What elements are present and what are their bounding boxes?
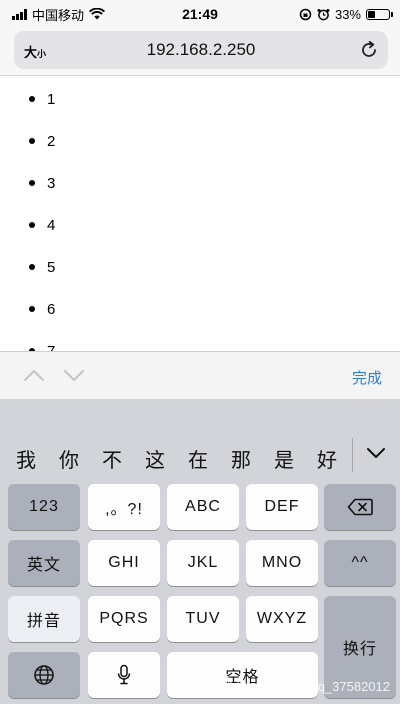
abc-key[interactable]: ABC: [167, 484, 239, 530]
list-item: 1: [29, 89, 55, 109]
candidate-word[interactable]: 我: [16, 444, 36, 473]
candidate-bar: 我 你 不 这 在 那 是 好: [0, 432, 400, 478]
pinyin-key[interactable]: 拼音: [8, 596, 80, 642]
dictation-key[interactable]: [88, 652, 160, 698]
alarm-icon: [317, 8, 330, 20]
form-accessory-bar: 完成: [0, 351, 400, 399]
orientation-lock-icon: [299, 8, 312, 20]
browser-toolbar: 大小 192.168.2.250: [0, 28, 400, 76]
jkl-key[interactable]: JKL: [167, 540, 239, 586]
globe-key[interactable]: [8, 652, 80, 698]
battery-percent: 33%: [334, 6, 361, 22]
microphone-icon: [117, 664, 131, 685]
mno-key[interactable]: MNO: [246, 540, 318, 586]
next-field-chevron-down-icon[interactable]: [62, 366, 86, 384]
battery-level-fill: [368, 10, 375, 18]
list-item-text: 1: [47, 90, 56, 108]
expand-candidates-chevron-down-icon[interactable]: [364, 444, 388, 462]
list-item-text: 4: [47, 216, 56, 234]
candidate-word[interactable]: 不: [102, 444, 122, 473]
web-page-content: 1 2 3 4 5 6 7: [0, 77, 400, 351]
list-item: 4: [29, 215, 55, 235]
status-right: 33%: [299, 6, 393, 22]
globe-icon: [34, 665, 54, 685]
list-item: 2: [29, 131, 55, 151]
bullet-dot: [29, 222, 35, 228]
wifi-icon: [89, 8, 106, 20]
bullet-dot: [29, 96, 35, 102]
pqrs-key[interactable]: PQRS: [88, 596, 160, 642]
address-bar[interactable]: 大小 192.168.2.250: [14, 31, 388, 69]
url-text: 192.168.2.250: [146, 40, 256, 59]
candidate-divider: [352, 438, 353, 472]
done-button[interactable]: 完成: [352, 367, 382, 388]
status-bar: 中国移动 21:49 33%: [0, 0, 400, 28]
bullet-dot: [29, 264, 35, 270]
candidate-word[interactable]: 好: [317, 444, 337, 473]
previous-field-chevron-up-icon[interactable]: [22, 366, 46, 384]
candidate-word[interactable]: 你: [59, 444, 79, 473]
emoticon-key[interactable]: ^^: [324, 540, 396, 586]
candidate-word[interactable]: 在: [188, 444, 208, 473]
punctuation-key[interactable]: ,。?!: [88, 484, 160, 530]
tuv-key[interactable]: TUV: [167, 596, 239, 642]
candidate-word[interactable]: 那: [231, 444, 251, 473]
watermark-text: https://blog.csdn.net/qq_37582012: [190, 679, 391, 694]
ghi-key[interactable]: GHI: [88, 540, 160, 586]
list-item: 7: [29, 341, 55, 351]
bullet-dot: [29, 306, 35, 312]
candidate-word[interactable]: 这: [145, 444, 165, 473]
list-item: 5: [29, 257, 55, 277]
delete-key[interactable]: [324, 484, 396, 530]
list-item-text: 2: [47, 132, 56, 150]
list-item-text: 3: [47, 174, 56, 192]
wxyz-key[interactable]: WXYZ: [246, 596, 318, 642]
numbers-key[interactable]: 123: [8, 484, 80, 530]
candidate-word[interactable]: 是: [274, 444, 294, 473]
backspace-icon: [347, 498, 373, 516]
status-left: 中国移动: [12, 5, 106, 24]
list-item-text: 6: [47, 300, 56, 318]
text-size-large-label: 大: [24, 45, 38, 60]
def-key[interactable]: DEF: [246, 484, 318, 530]
list-item-text: 5: [47, 258, 56, 276]
list-item: 3: [29, 173, 55, 193]
bullet-dot: [29, 138, 35, 144]
list-item: 6: [29, 299, 55, 319]
list-item-text: 7: [47, 342, 56, 352]
reload-icon[interactable]: [358, 39, 380, 61]
carrier-name: 中国移动: [32, 7, 85, 23]
battery-icon: [366, 8, 393, 20]
text-size-small-label: 小: [37, 49, 47, 59]
text-size-button[interactable]: 大小: [24, 42, 46, 61]
cellular-signal-icon: [12, 8, 27, 20]
chinese-nine-key-keyboard: 我 你 不 这 在 那 是 好 123 ,。?! ABC DEF 英文 GHI …: [0, 399, 400, 704]
english-switch-key[interactable]: 英文: [8, 540, 80, 586]
bullet-dot: [29, 180, 35, 186]
